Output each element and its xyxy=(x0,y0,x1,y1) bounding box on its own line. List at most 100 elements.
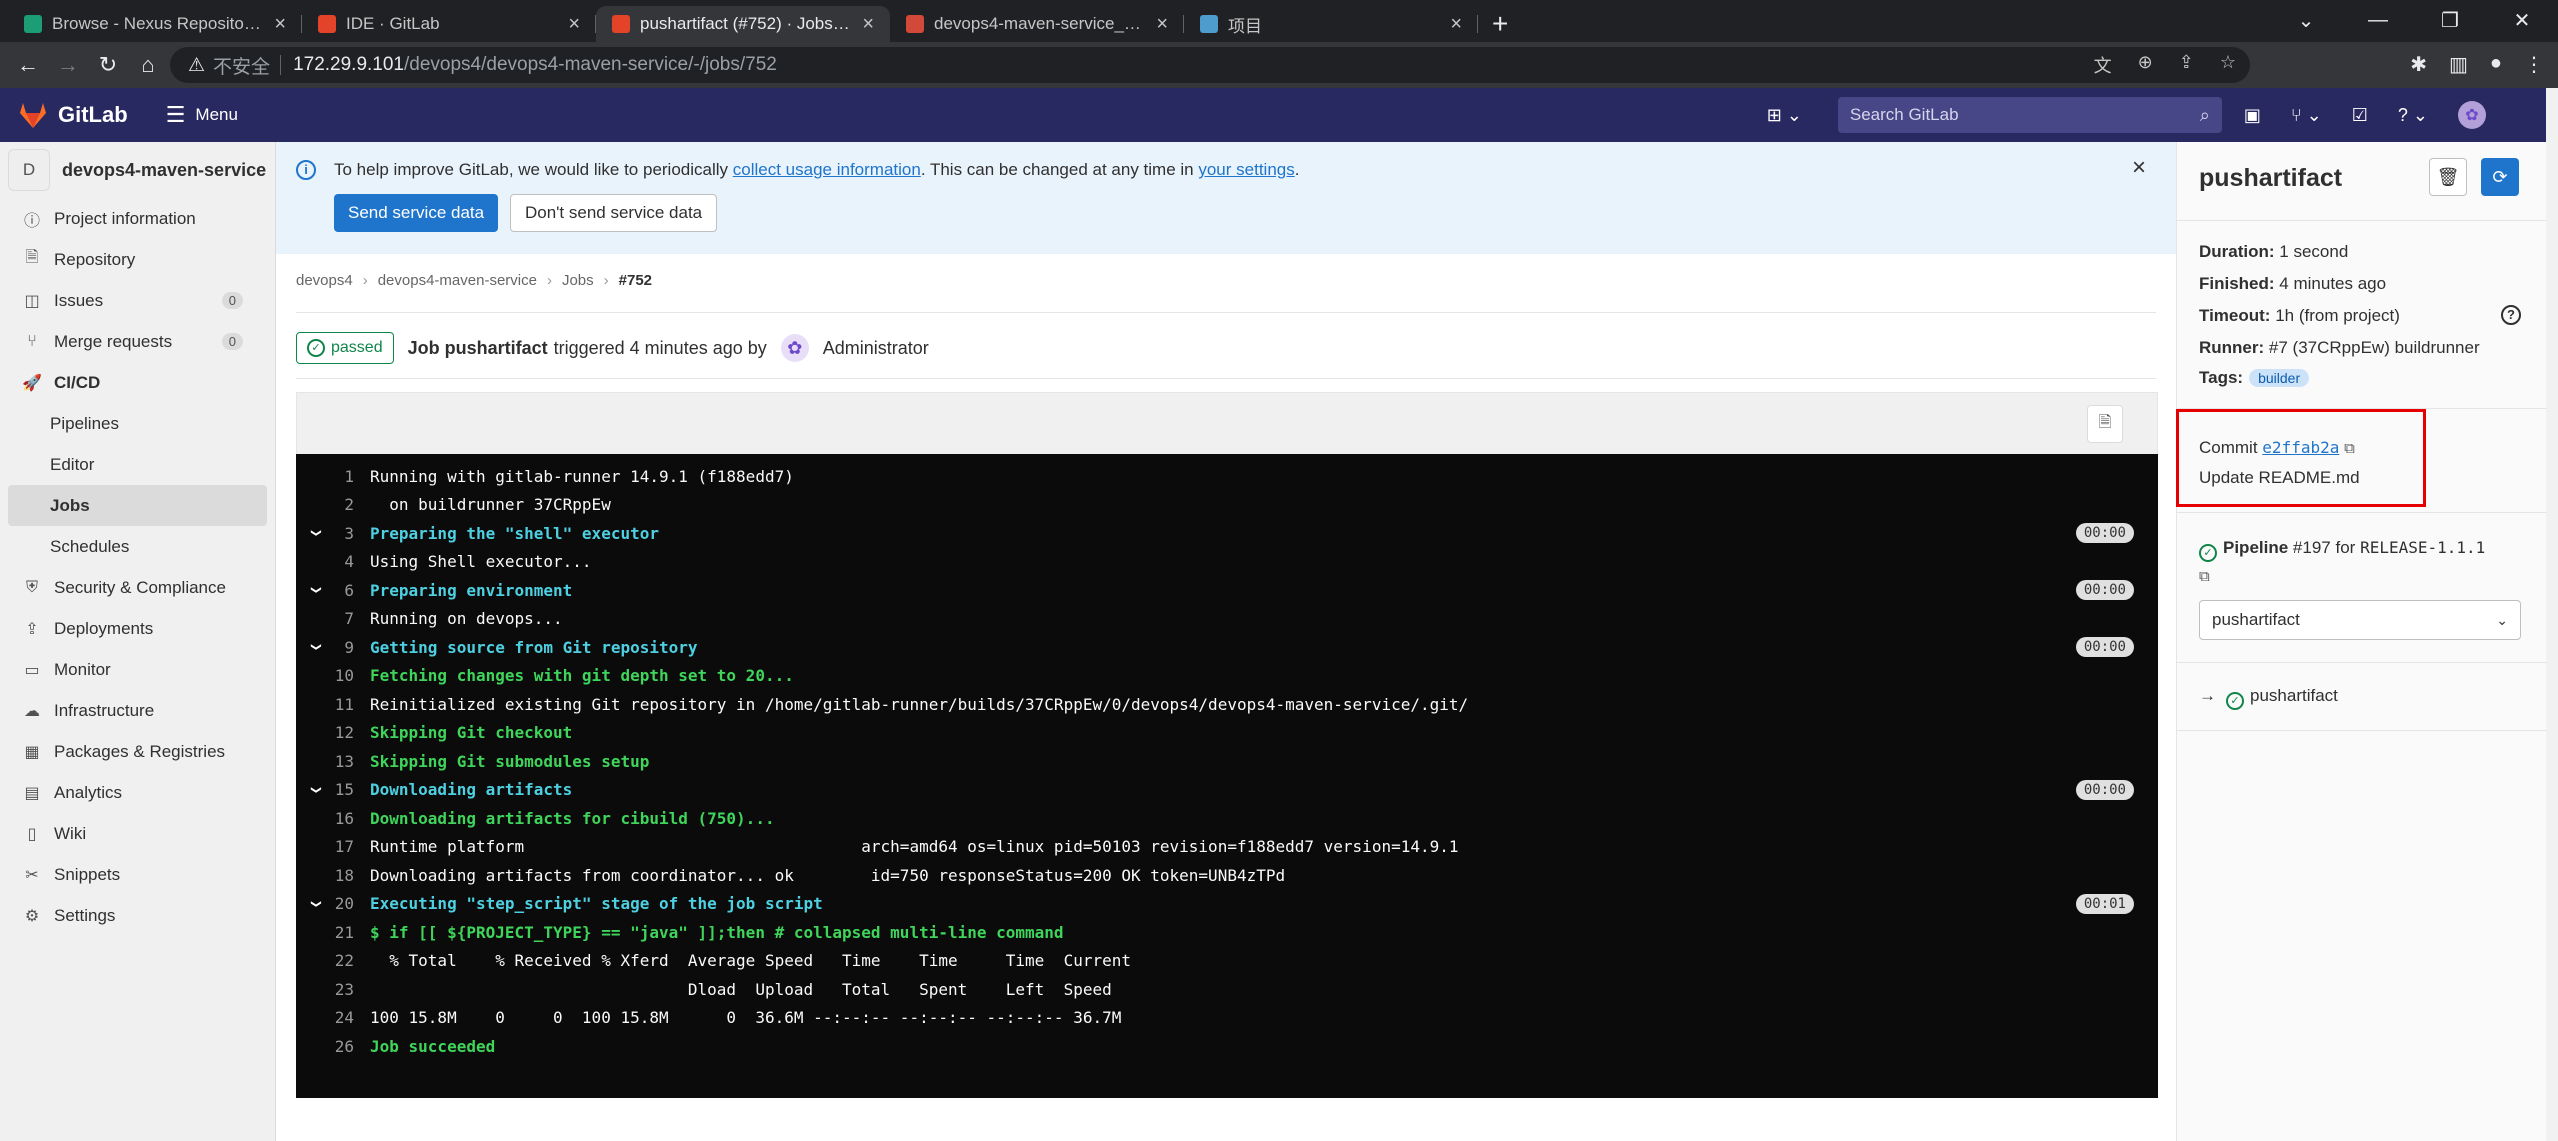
browser-tab[interactable]: 项目 × xyxy=(1184,6,1478,42)
new-dropdown-icon[interactable]: ⊞ ⌄ xyxy=(1767,105,1802,126)
breadcrumb-item[interactable]: Jobs xyxy=(562,272,594,289)
sidebar-item[interactable]: Schedules xyxy=(0,526,275,567)
breadcrumb-item[interactable]: devops4 xyxy=(296,272,353,289)
breadcrumb-item[interactable]: devops4-maven-service xyxy=(378,272,537,289)
job-list-item[interactable]: → ✓ pushartifact xyxy=(2199,686,2338,710)
line-number[interactable]: 26 xyxy=(296,1037,370,1056)
reload-button[interactable]: ↻ xyxy=(88,52,128,78)
profile-icon[interactable]: ● xyxy=(2490,52,2502,77)
status-badge[interactable]: ✓ passed xyxy=(296,332,394,364)
copy-ref-icon[interactable]: ⧉ xyxy=(2199,568,2210,585)
pipeline-ref[interactable]: RELEASE-1.1.1 xyxy=(2360,538,2485,557)
line-number[interactable]: 22 xyxy=(296,951,370,970)
tab-close-icon[interactable]: × xyxy=(1156,13,1168,36)
job-user[interactable]: Administrator xyxy=(823,338,929,359)
tab-close-icon[interactable]: × xyxy=(274,13,286,36)
sidebar-item[interactable]: ⚙ Settings xyxy=(0,895,275,936)
browser-menu-icon[interactable]: ⋮ xyxy=(2524,52,2544,77)
sidebar-item[interactable]: Editor xyxy=(0,444,275,485)
minimize-button[interactable]: — xyxy=(2342,9,2414,32)
tab-search-icon[interactable]: ⌄ xyxy=(2270,8,2342,33)
line-number[interactable]: 23 xyxy=(296,980,370,999)
your-settings-link[interactable]: your settings xyxy=(1198,160,1294,179)
home-button[interactable]: ⌂ xyxy=(128,52,168,78)
erase-log-button[interactable]: 🗑 xyxy=(2429,158,2467,196)
chevron-down-icon[interactable]: ❯ xyxy=(308,900,324,908)
tab-close-icon[interactable]: × xyxy=(1450,13,1462,36)
line-number[interactable]: 4 xyxy=(296,552,370,571)
line-number[interactable]: 2 xyxy=(296,495,370,514)
tab-close-icon[interactable]: × xyxy=(862,13,874,36)
sidebar-item[interactable]: ⑂ Merge requests 0 xyxy=(0,321,275,362)
sidebar-item[interactable]: 🚀 CI/CD xyxy=(0,362,275,403)
browser-tab[interactable]: IDE · GitLab × xyxy=(302,6,596,42)
banner-close-icon[interactable]: × xyxy=(2132,154,2146,182)
sidebar-item[interactable]: 🗎 Repository xyxy=(0,239,275,280)
log-line[interactable]: ❯ 20 Executing "step_script" stage of the … xyxy=(296,890,2158,919)
sidebar-item[interactable]: ⛨ Security & Compliance xyxy=(0,567,275,608)
chevron-down-icon[interactable]: ❯ xyxy=(308,586,324,594)
stage-dropdown[interactable]: pushartifact ⌄ xyxy=(2199,600,2521,640)
search-input[interactable]: Search GitLab ⌕ xyxy=(1837,97,2222,133)
page-scrollbar[interactable] xyxy=(2546,88,2558,1141)
sidebar-project-header[interactable]: D devops4-maven-service xyxy=(0,142,275,198)
log-line[interactable]: ❯ 3 Preparing the "shell" executor 00:00 xyxy=(296,519,2158,548)
main-menu-button[interactable]: ☰ Menu xyxy=(166,102,238,128)
new-tab-button[interactable]: + xyxy=(1492,6,1508,42)
log-line[interactable]: ❯ 15 Downloading artifacts 00:00 xyxy=(296,776,2158,805)
line-number[interactable]: 21 xyxy=(296,923,370,942)
sidebar-item[interactable]: Pipelines xyxy=(0,403,275,444)
line-number[interactable]: 13 xyxy=(296,752,370,771)
sidebar-item[interactable]: Jobs xyxy=(8,485,267,526)
extensions-icon[interactable]: ✱ xyxy=(2410,52,2427,77)
forward-button[interactable]: → xyxy=(48,52,88,78)
browser-tab[interactable]: devops4-maven-service_CD # × xyxy=(890,6,1184,42)
line-number[interactable]: 6 xyxy=(296,581,370,600)
line-number[interactable]: 12 xyxy=(296,723,370,742)
line-number[interactable]: 1 xyxy=(296,467,370,486)
sidebar-item[interactable]: ☁ Infrastructure xyxy=(0,690,275,731)
dont-send-service-data-button[interactable]: Don't send service data xyxy=(510,194,718,232)
sidebar-item[interactable]: ✂ Snippets xyxy=(0,854,275,895)
side-panel-icon[interactable]: ▥ xyxy=(2449,52,2468,77)
chevron-down-icon[interactable]: ❯ xyxy=(308,786,324,794)
translate-icon[interactable]: 文 xyxy=(2094,52,2112,78)
user-avatar-small[interactable]: ✿ xyxy=(780,334,809,362)
warning-icon[interactable]: ⚠ xyxy=(188,54,205,77)
breadcrumb-item[interactable]: #752 xyxy=(619,272,652,289)
send-service-data-button[interactable]: Send service data xyxy=(334,194,499,232)
retry-button[interactable]: ⟳ xyxy=(2481,158,2519,196)
chevron-down-icon[interactable]: ❯ xyxy=(308,529,324,537)
sidebar-item[interactable]: ▭ Monitor xyxy=(0,649,275,690)
log-line[interactable]: ❯ 6 Preparing environment 00:00 xyxy=(296,576,2158,605)
line-number[interactable]: 16 xyxy=(296,809,370,828)
pipeline-number[interactable]: #197 xyxy=(2293,538,2331,557)
sidebar-item[interactable]: ▯ Wiki xyxy=(0,813,275,854)
back-button[interactable]: ← xyxy=(8,52,48,78)
line-number[interactable]: 7 xyxy=(296,609,370,628)
user-avatar[interactable]: ✿ xyxy=(2458,101,2486,129)
sidebar-item[interactable]: ▤ Analytics xyxy=(0,772,275,813)
line-number[interactable]: 15 xyxy=(296,780,370,799)
bookmark-star-icon[interactable]: ☆ xyxy=(2220,52,2236,78)
log-line[interactable]: ❯ 9 Getting source from Git repository 00:0… xyxy=(296,633,2158,662)
browser-tab[interactable]: pushartifact (#752) · Jobs · dev × xyxy=(596,6,890,42)
line-number[interactable]: 10 xyxy=(296,666,370,685)
tab-close-icon[interactable]: × xyxy=(568,13,580,36)
sidebar-item[interactable]: ◫ Issues 0 xyxy=(0,280,275,321)
help-icon[interactable]: ? ⌄ xyxy=(2398,105,2428,126)
line-number[interactable]: 11 xyxy=(296,695,370,714)
line-number[interactable]: 24 xyxy=(296,1008,370,1027)
line-number[interactable]: 18 xyxy=(296,866,370,885)
sidebar-item[interactable]: ⇪ Deployments xyxy=(0,608,275,649)
chevron-down-icon[interactable]: ❯ xyxy=(308,643,324,651)
line-number[interactable]: 17 xyxy=(296,837,370,856)
share-icon[interactable]: ⇪ xyxy=(2179,52,2194,78)
sidebar-item[interactable]: ▦ Packages & Registries xyxy=(0,731,275,772)
collect-usage-link[interactable]: collect usage information xyxy=(733,160,921,179)
todos-icon[interactable]: ☑ xyxy=(2352,105,2368,126)
question-icon[interactable]: ? xyxy=(2501,305,2521,325)
address-bar[interactable]: ⚠ 不安全 172.29.9.101 /devops4/devops4-mave… xyxy=(170,47,2250,83)
line-number[interactable]: 20 xyxy=(296,894,370,913)
close-window-button[interactable]: ✕ xyxy=(2486,8,2558,33)
